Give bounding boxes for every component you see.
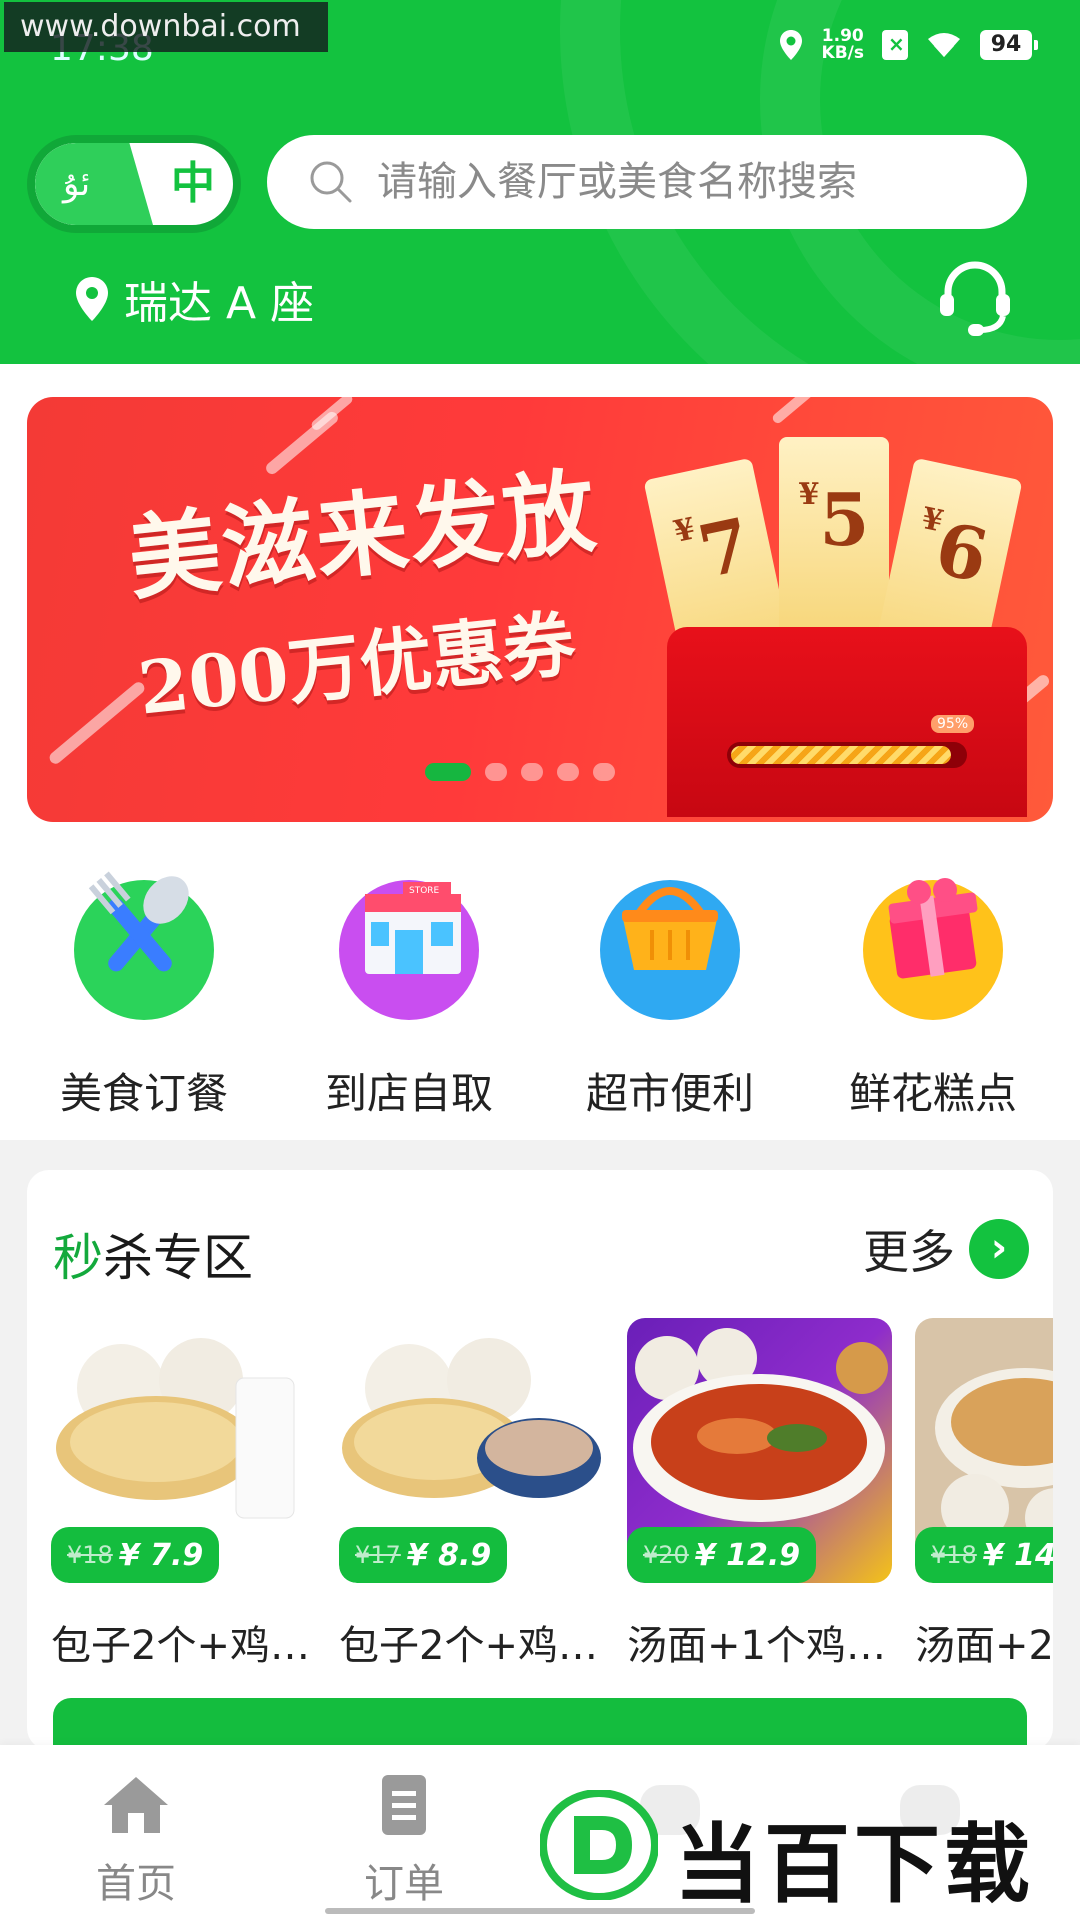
gift-icon [863,878,1003,1020]
new-price: ¥ 8.9 [406,1537,492,1573]
category-label: 超市便利 [585,1069,754,1118]
wifi-icon [928,33,960,57]
nav-label: 订单 [364,1861,444,1907]
net-speed: 1.90 KB/s [821,26,864,63]
product-image: ¥18 ¥ 14 [915,1318,1053,1583]
category-store-pickup[interactable]: STORE 到店自取 [309,880,509,1121]
svg-text:STORE: STORE [409,886,440,896]
home-icon [104,1777,168,1833]
category-flowers-pastry[interactable]: 鲜花糕点 [833,878,1033,1121]
category-supermarket[interactable]: 超市便利 [570,880,770,1121]
flash-sale-section: 秒杀专区 更多 › ¥18 ¥ 7.9 包子2个+鸡… ¥17 ¥ 8.9 包子… [27,1170,1053,1750]
coupon-progress-bar [727,742,967,768]
progress-label: 95% [931,715,975,733]
basket-icon [600,880,740,1020]
brand-watermark: 当百下载 [540,1790,1060,1915]
lang-option-chinese[interactable]: 中 [171,143,215,225]
carousel-dot[interactable] [521,763,543,781]
product-list: ¥18 ¥ 7.9 包子2个+鸡… ¥17 ¥ 8.9 包子2个+鸡… ¥20 … [51,1318,1053,1718]
location-selector[interactable]: 瑞达 A 座 [74,267,314,331]
utensils-icon [74,871,214,1020]
nav-home[interactable]: 首页 [56,1773,216,1909]
product-card[interactable]: ¥18 ¥ 7.9 包子2个+鸡… [51,1318,316,1671]
more-label: 更多 [863,1225,955,1279]
coupon-ticket: ¥5 [779,437,889,637]
new-price: ¥ 7.9 [118,1537,204,1573]
carousel-indicator [425,763,615,781]
flash-sale-title: 秒杀专区 [53,1229,253,1287]
new-price: ¥ 14 [982,1537,1053,1573]
product-image: ¥17 ¥ 8.9 [339,1318,604,1583]
category-label: 美食订餐 [59,1069,228,1118]
carousel-dot[interactable] [485,763,507,781]
carousel-dot[interactable] [425,763,471,781]
brand-text: 当百下载 [674,1815,1034,1915]
product-card[interactable]: ¥20 ¥ 12.9 汤面+1个鸡… [627,1318,892,1671]
brand-logo-icon [540,1790,658,1900]
price-tag: ¥18 ¥ 7.9 [51,1527,220,1583]
header: 17:38 www.downbai.com 1.90 KB/s 94 ئۇ 中 [0,0,1080,364]
category-grid: 美食订餐 STORE 到店自取 超市便利 鲜花糕点 [0,871,1080,1121]
old-price: ¥17 [355,1541,401,1569]
order-list-icon [382,1775,426,1835]
lang-option-uyghur[interactable]: ئۇ [35,143,153,225]
watermark: www.downbai.com [4,2,328,52]
store-icon: STORE [339,880,479,1020]
promo-banner[interactable]: 美滋来发放 200万优惠券 ¥7 ¥5 ¥6 95% [27,397,1053,822]
product-name: 汤面+2 [915,1623,1053,1669]
status-icons: 1.90 KB/s 94 [778,26,1038,63]
old-price: ¥20 [643,1541,689,1569]
location-pin-icon [76,277,108,321]
category-food-order[interactable]: 美食订餐 [44,871,244,1121]
product-card[interactable]: ¥18 ¥ 14 汤面+2 [915,1318,1053,1671]
battery-icon: 94 [980,30,1038,60]
product-card[interactable]: ¥17 ¥ 8.9 包子2个+鸡… [339,1318,604,1671]
home-indicator [325,1908,755,1914]
progress-fill [731,746,952,764]
product-image: ¥18 ¥ 7.9 [51,1318,316,1583]
product-image: ¥20 ¥ 12.9 [627,1318,892,1583]
product-name: 包子2个+鸡… [51,1623,310,1669]
search-icon [310,161,352,203]
old-price: ¥18 [67,1541,113,1569]
carousel-dot[interactable] [593,763,615,781]
price-tag: ¥17 ¥ 8.9 [339,1527,508,1583]
category-label: 到店自取 [324,1069,493,1118]
customer-service-icon[interactable] [934,258,1016,340]
nav-orders[interactable]: 订单 [324,1773,484,1909]
language-toggle[interactable]: ئۇ 中 [27,135,241,233]
location-label: 瑞达 A 座 [124,278,315,329]
carousel-dot[interactable] [557,763,579,781]
product-name: 包子2个+鸡… [339,1623,598,1669]
status-bar: 17:38 www.downbai.com 1.90 KB/s 94 [0,0,1080,100]
category-label: 鲜花糕点 [848,1069,1017,1118]
nav-label: 首页 [96,1861,176,1907]
new-price: ¥ 12.9 [694,1537,801,1573]
price-tag: ¥20 ¥ 12.9 [627,1527,817,1583]
product-name: 汤面+1个鸡… [627,1623,886,1669]
search-bar[interactable] [267,135,1027,229]
sim-icon [882,30,908,60]
more-button[interactable]: 更多 › [863,1216,1029,1282]
search-input[interactable] [377,159,1017,205]
chevron-right-icon: › [969,1219,1029,1279]
countdown-bar[interactable] [53,1698,1027,1750]
old-price: ¥18 [931,1541,977,1569]
location-status-icon [779,30,802,60]
price-tag: ¥18 ¥ 14 [915,1527,1053,1583]
